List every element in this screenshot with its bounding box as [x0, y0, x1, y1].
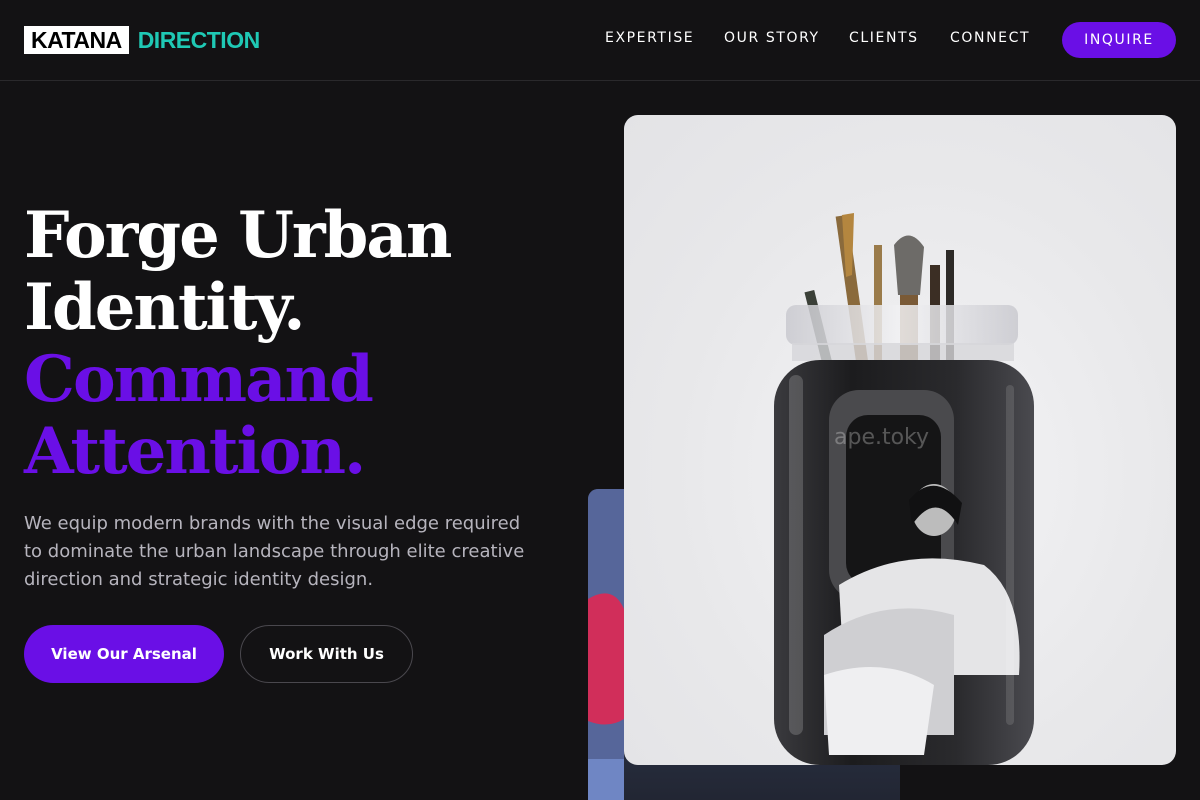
site-header: KATANA DIRECTION EXPERTISE OUR STORY CLI…	[0, 0, 1200, 81]
headline-line-4: Attention.	[24, 414, 366, 489]
primary-hero-image: ape.toky	[624, 115, 1176, 765]
inquire-button[interactable]: INQUIRE	[1062, 22, 1176, 58]
image-watermark: ape.toky	[834, 425, 930, 450]
nav-item-expertise[interactable]: EXPERTISE	[605, 30, 694, 46]
headline-line-1: Forge Urban	[24, 198, 452, 273]
brand-logo-direction: DIRECTION	[137, 26, 261, 53]
headline-line-3: Command	[24, 342, 374, 417]
brand-logo[interactable]: KATANA DIRECTION	[24, 26, 260, 54]
brand-logo-katana: KATANA	[24, 26, 129, 54]
hero-subtext: We equip modern brands with the visual e…	[24, 513, 525, 590]
headline-line-2: Identity.	[24, 270, 306, 345]
hero-headline: Forge Urban Identity. Command Attention.	[24, 200, 584, 488]
nav-item-connect[interactable]: CONNECT	[950, 30, 1030, 46]
work-with-us-button[interactable]: Work With Us	[240, 625, 413, 683]
view-our-arsenal-button[interactable]: View Our Arsenal	[24, 625, 224, 683]
nav-item-our-story[interactable]: OUR STORY	[724, 30, 820, 46]
nav-item-clients[interactable]: CLIENTS	[849, 30, 919, 46]
